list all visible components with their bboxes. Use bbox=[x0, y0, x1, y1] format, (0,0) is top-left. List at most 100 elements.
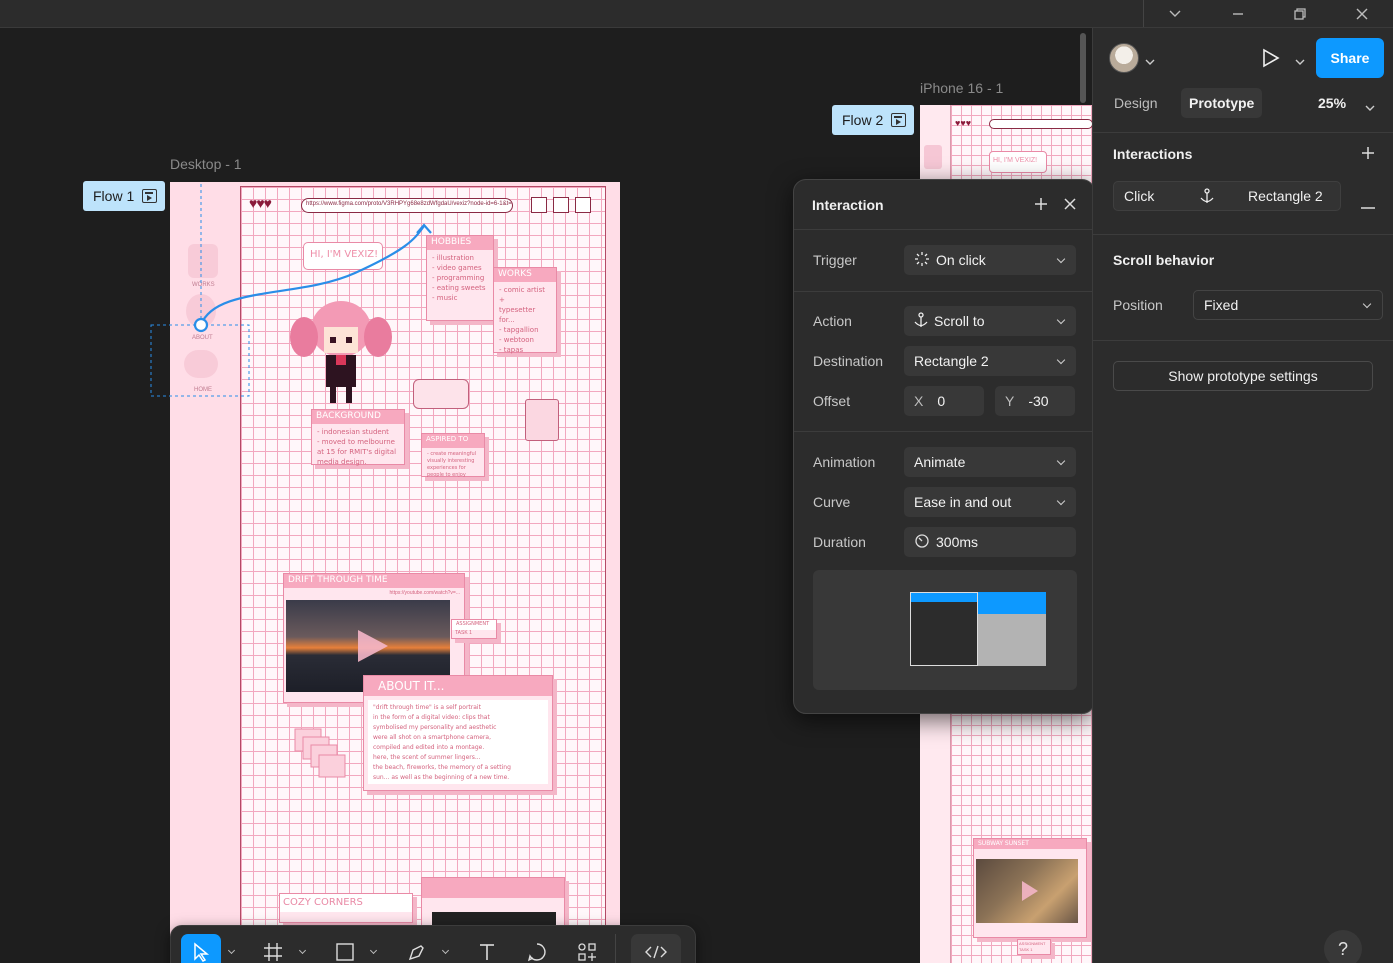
chevron-down-icon bbox=[1056, 254, 1066, 264]
destination-select[interactable]: Rectangle 2 bbox=[904, 346, 1076, 376]
destination-value: Rectangle 2 bbox=[914, 353, 989, 369]
trigger-label: Trigger bbox=[813, 252, 857, 268]
avatar[interactable] bbox=[1109, 43, 1139, 73]
tab-design[interactable]: Design bbox=[1106, 88, 1166, 118]
comment-tool[interactable] bbox=[523, 934, 551, 963]
offset-x-label: X bbox=[914, 393, 924, 409]
text-tool[interactable] bbox=[473, 934, 501, 963]
assets-tool[interactable] bbox=[573, 934, 601, 963]
hero-speech-bubble: HI, I'M VEXIZ! bbox=[989, 151, 1047, 173]
close-window-icon[interactable] bbox=[1331, 0, 1393, 27]
chevron-down-icon bbox=[1362, 299, 1372, 309]
frame-icon bbox=[264, 943, 282, 961]
comment-icon bbox=[527, 943, 546, 962]
offset-label: Offset bbox=[813, 393, 851, 409]
action-label: Action bbox=[813, 313, 852, 329]
subway-thumbnail bbox=[976, 859, 1078, 923]
offset-y-value: -30 bbox=[1028, 393, 1049, 409]
cup-icon bbox=[924, 145, 942, 169]
interaction-popover: Interaction Trigger On click Action Scro… bbox=[793, 179, 1095, 714]
help-button[interactable]: ? bbox=[1324, 930, 1362, 963]
show-prototype-settings-button[interactable]: Show prototype settings bbox=[1113, 361, 1373, 391]
chevron-down-icon[interactable] bbox=[1365, 100, 1375, 118]
zoom-level[interactable]: 25% bbox=[1318, 95, 1346, 111]
share-button[interactable]: Share bbox=[1316, 38, 1384, 78]
popover-header: Interaction bbox=[794, 180, 1094, 230]
offset-x-value: 0 bbox=[937, 393, 946, 409]
preview-source-frame bbox=[910, 592, 978, 666]
properties-panel: Share Design Prototype 25% Interactions … bbox=[1092, 28, 1393, 963]
trigger-value: On click bbox=[936, 252, 986, 268]
cursor-icon bbox=[194, 942, 210, 962]
animation-select[interactable]: Animate bbox=[904, 447, 1076, 477]
offset-x-input[interactable]: X 0 bbox=[904, 386, 984, 416]
shape-tool[interactable] bbox=[331, 934, 359, 963]
subway-window: SUBWAY SUNSET bbox=[973, 838, 1087, 938]
divider bbox=[1093, 234, 1393, 235]
curve-select[interactable]: Ease in and out bbox=[904, 487, 1076, 517]
anchor-icon bbox=[1200, 188, 1214, 207]
position-label: Position bbox=[1113, 297, 1163, 313]
click-sparkle-icon bbox=[914, 251, 930, 270]
frame-tool[interactable] bbox=[259, 934, 287, 963]
animation-label: Animation bbox=[813, 454, 876, 470]
subway-title: SUBWAY SUNSET bbox=[974, 839, 1086, 849]
chevron-down-icon[interactable] bbox=[1144, 0, 1206, 27]
chevron-down-icon bbox=[1056, 315, 1066, 325]
components-icon bbox=[578, 943, 596, 961]
animation-preview bbox=[813, 570, 1077, 690]
action-select[interactable]: Scroll to bbox=[904, 306, 1076, 336]
animation-value: Animate bbox=[914, 454, 966, 470]
curve-value: Ease in and out bbox=[914, 494, 1012, 510]
bottom-toolbar bbox=[170, 925, 696, 963]
assignment-title: ASSIGNMENT bbox=[1019, 941, 1046, 946]
offset-y-input[interactable]: Y -30 bbox=[995, 386, 1075, 416]
interaction-item[interactable]: Click Rectangle 2 bbox=[1113, 181, 1341, 211]
interaction-target: Rectangle 2 bbox=[1248, 188, 1323, 204]
destination-label: Destination bbox=[813, 353, 884, 369]
chevron-down-icon[interactable] bbox=[1145, 54, 1155, 72]
chevron-down-icon[interactable] bbox=[369, 946, 378, 955]
code-icon bbox=[645, 945, 667, 959]
rectangle-icon bbox=[336, 943, 354, 961]
position-select[interactable]: Fixed bbox=[1193, 290, 1383, 320]
chevron-down-icon[interactable] bbox=[298, 946, 307, 955]
pen-icon bbox=[408, 945, 424, 961]
divider bbox=[794, 291, 1094, 292]
interaction-trigger: Click bbox=[1124, 188, 1155, 204]
present-play-icon[interactable] bbox=[1262, 48, 1280, 73]
minimize-icon[interactable] bbox=[1207, 0, 1269, 27]
position-value: Fixed bbox=[1204, 297, 1239, 313]
figma-app: Desktop - 1 Flow 1 iPhone 16 - 1 Flow 2 … bbox=[0, 0, 1393, 963]
trigger-select[interactable]: On click bbox=[904, 245, 1076, 275]
duration-input[interactable]: 300ms bbox=[904, 527, 1076, 557]
assignment-subtitle: TASK 1 bbox=[1019, 947, 1033, 952]
divider bbox=[1093, 132, 1393, 133]
chevron-down-icon bbox=[1056, 456, 1066, 466]
assignment-window: ASSIGNMENT TASK 1 bbox=[1017, 939, 1051, 955]
add-interaction-icon[interactable] bbox=[1361, 146, 1375, 165]
divider bbox=[1093, 340, 1393, 341]
chevron-down-icon[interactable] bbox=[1295, 54, 1305, 72]
tab-prototype[interactable]: Prototype bbox=[1181, 88, 1263, 118]
timer-icon bbox=[914, 533, 930, 552]
duration-value: 300ms bbox=[936, 534, 979, 550]
move-tool[interactable] bbox=[181, 934, 221, 963]
divider bbox=[794, 431, 1094, 432]
action-value: Scroll to bbox=[934, 313, 985, 329]
duration-label: Duration bbox=[813, 534, 866, 550]
offset-y-label: Y bbox=[1005, 393, 1015, 409]
chevron-down-icon bbox=[1056, 496, 1066, 506]
chevron-down-icon[interactable] bbox=[227, 946, 236, 955]
dev-mode-toggle[interactable] bbox=[631, 934, 681, 963]
hearts-icon: ♥♥♥ bbox=[955, 118, 972, 128]
remove-interaction-icon[interactable] bbox=[1361, 197, 1375, 215]
add-icon[interactable] bbox=[1034, 197, 1048, 214]
preview-destination-frame bbox=[978, 592, 1046, 666]
pen-tool[interactable] bbox=[403, 934, 431, 963]
close-icon[interactable] bbox=[1063, 197, 1077, 214]
popover-title: Interaction bbox=[812, 196, 884, 213]
chevron-down-icon[interactable] bbox=[441, 946, 450, 955]
restore-icon[interactable] bbox=[1269, 0, 1331, 27]
chevron-down-icon bbox=[1056, 355, 1066, 365]
